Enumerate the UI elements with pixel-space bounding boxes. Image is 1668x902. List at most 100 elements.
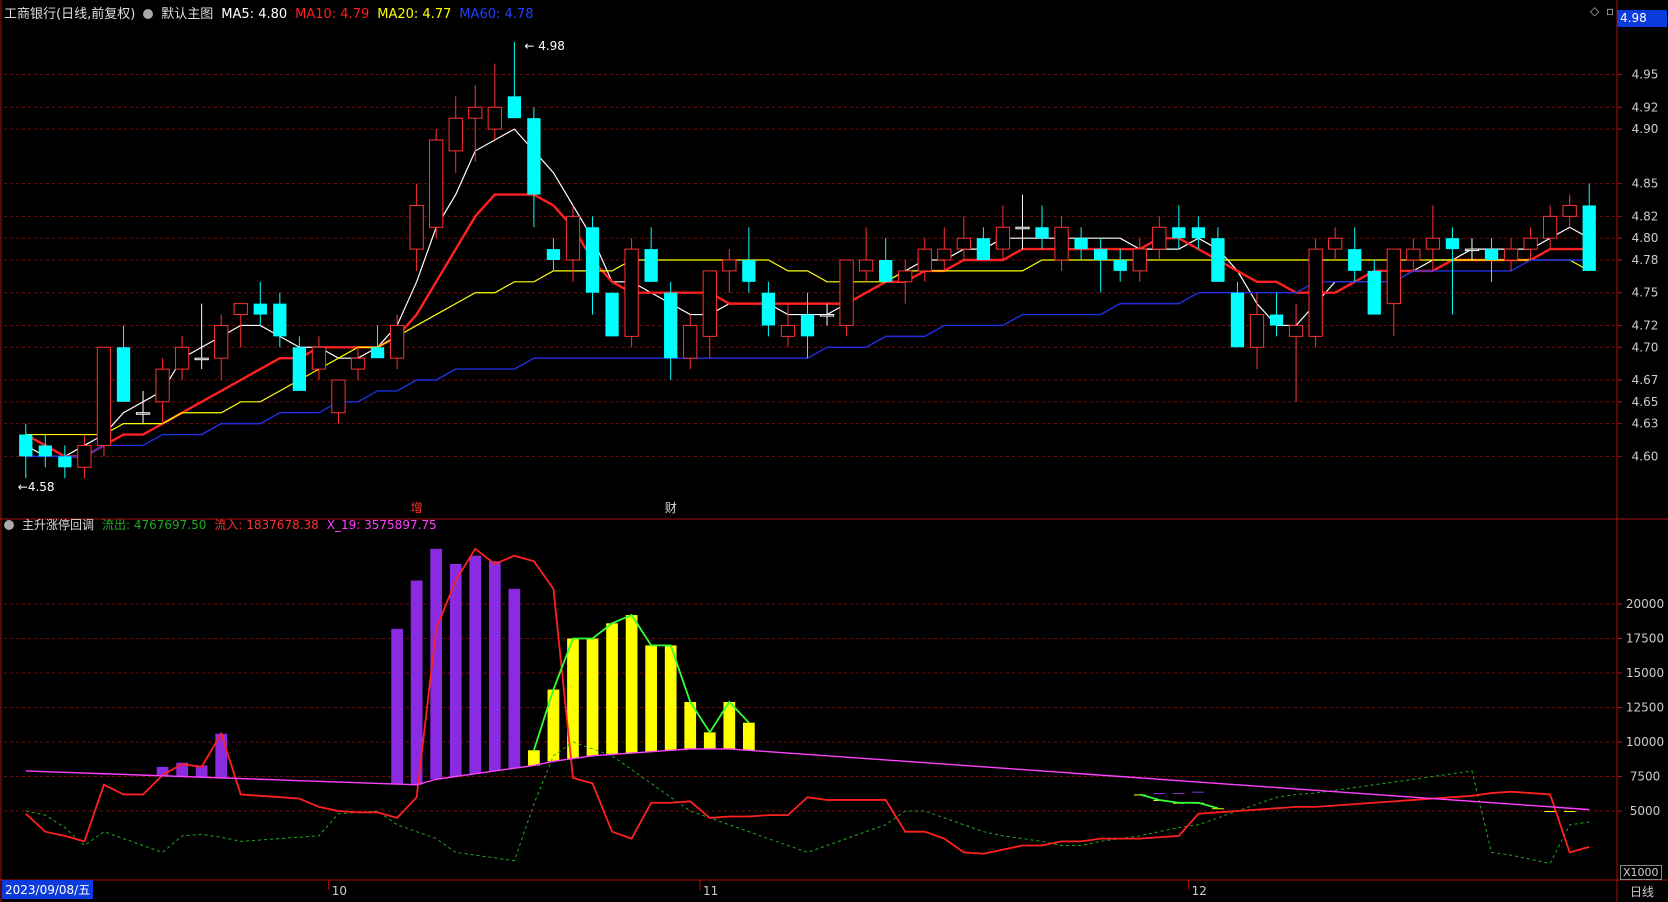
candle-body-down [879, 260, 893, 282]
candle-body-up [1132, 248, 1147, 272]
candle-body-up [1523, 237, 1538, 250]
y-tick-label: 4.65 [1632, 395, 1659, 409]
purple-bar [1153, 793, 1166, 795]
ma60-label: MA60: 4.78 [459, 7, 534, 22]
inflow-label: 流入: 1837678.38 [214, 518, 319, 532]
candle-body-up [624, 248, 639, 337]
ind-y-tick-label: 20000 [1626, 597, 1664, 611]
candle-body-up [1406, 248, 1421, 261]
yellow-bar [528, 750, 540, 766]
x-tick-label: 12 [1192, 884, 1207, 898]
yellow-bar [1563, 811, 1576, 812]
candle-body-down [800, 314, 815, 337]
candle-body-down [38, 445, 52, 457]
candle-body-up [858, 259, 874, 272]
y-tick-label: 4.85 [1632, 177, 1659, 191]
x-tick-label: 10 [332, 884, 347, 898]
candle-body-down [1211, 238, 1225, 282]
ind-y-tick-label: 7500 [1630, 770, 1661, 784]
candle-body-down [527, 118, 541, 195]
candle-body-down [664, 292, 678, 359]
candle-body-down [605, 292, 619, 337]
candle-body-down [507, 96, 521, 119]
purple-bar [449, 563, 462, 777]
candle-body-up [1288, 324, 1304, 337]
candle-body-up [1464, 248, 1480, 252]
current-price-box: 4.98 [1617, 10, 1667, 27]
candle-body-up [1152, 226, 1167, 250]
yellow-bar [645, 645, 658, 752]
y-tick-label: 4.78 [1632, 253, 1659, 267]
candle-body-down [585, 227, 600, 293]
candle-body-down [273, 303, 287, 337]
candle-body-down [1367, 270, 1381, 315]
lock-icon[interactable]: ▫ [1606, 4, 1614, 18]
candle-body-up [683, 324, 698, 359]
candle-body-up [214, 324, 229, 359]
candle-body-up [487, 106, 502, 130]
ind-y-tick-label: 5000 [1630, 804, 1661, 818]
indicator-header: 主升涨停回调 流出: 4767697.50 流入: 1837678.38 X_19: … [4, 516, 445, 533]
candle-body-up [565, 215, 581, 261]
yellow-top-line [533, 613, 750, 751]
candle-body-up [429, 139, 444, 228]
yellow-bar [1212, 808, 1224, 810]
period-label[interactable]: 日线 [1630, 883, 1654, 900]
candle-body-up [1015, 226, 1030, 230]
low-price-label: ←4.58 [18, 480, 55, 494]
candle-body-down [1074, 238, 1088, 250]
candle-body-down [19, 434, 33, 457]
yellow-bar [606, 623, 618, 755]
stock-title: 工商银行(日线,前复权) [4, 7, 136, 22]
yellow-bar [586, 638, 599, 756]
yellow-bar [1544, 811, 1557, 812]
yellow-bar [743, 722, 755, 751]
candle-body-up [819, 314, 835, 317]
yellow-bar [703, 732, 716, 749]
candle-body-up [722, 259, 737, 272]
candle-body-up [331, 379, 346, 414]
candle-body-up [1562, 204, 1577, 217]
candle-body-up [409, 204, 424, 250]
candle-body-down [292, 347, 307, 391]
y-tick-label: 4.92 [1632, 100, 1659, 114]
candle-body-down [761, 292, 776, 326]
candle-body-down [1269, 314, 1284, 326]
candle-body-up [1386, 248, 1401, 305]
high-price-label: ← 4.98 [524, 39, 565, 53]
main-chart-name[interactable]: 默认主图 [161, 7, 213, 22]
indicator-settings-icon[interactable] [4, 520, 14, 530]
candle-body-up [233, 303, 248, 316]
y-tick-label: 4.72 [1632, 318, 1659, 332]
y-tick-label: 4.60 [1632, 449, 1659, 463]
y-tick-label: 4.63 [1632, 417, 1659, 431]
candle-body-down [1113, 260, 1127, 271]
y-tick-label: 4.75 [1632, 286, 1659, 300]
purple-bar [1192, 791, 1205, 793]
candle-body-up [956, 237, 971, 250]
candle-body-down [1094, 249, 1108, 260]
diamond-icon[interactable]: ◇ [1590, 4, 1599, 18]
candle-body-down [253, 303, 267, 315]
candle-body-down [58, 456, 72, 468]
settings-circle-icon[interactable] [143, 9, 154, 19]
candle-body-up [1054, 226, 1069, 261]
y-tick-label: 4.70 [1632, 340, 1659, 354]
candle-body-down [1191, 227, 1206, 239]
candle-body-up [1308, 248, 1323, 337]
candle-body-up [1249, 314, 1265, 348]
candle-body-down [1172, 227, 1186, 239]
y-tick-label: 4.90 [1632, 122, 1659, 136]
candle-body-down [1230, 292, 1245, 348]
ind-y-tick-label: 15000 [1626, 666, 1664, 680]
purple-bar [391, 628, 403, 785]
purple-bar [1172, 793, 1185, 795]
ind-y-tick-label: 17500 [1626, 632, 1664, 646]
yellow-bar [625, 615, 638, 754]
event-marker-zeng: 增 [411, 501, 423, 515]
candle-body-down [1035, 227, 1049, 239]
purple-bar [508, 588, 521, 769]
indicator-name[interactable]: 主升涨停回调 [22, 518, 94, 532]
candle-body-down [1484, 249, 1499, 260]
candle-body-up [1542, 215, 1558, 239]
